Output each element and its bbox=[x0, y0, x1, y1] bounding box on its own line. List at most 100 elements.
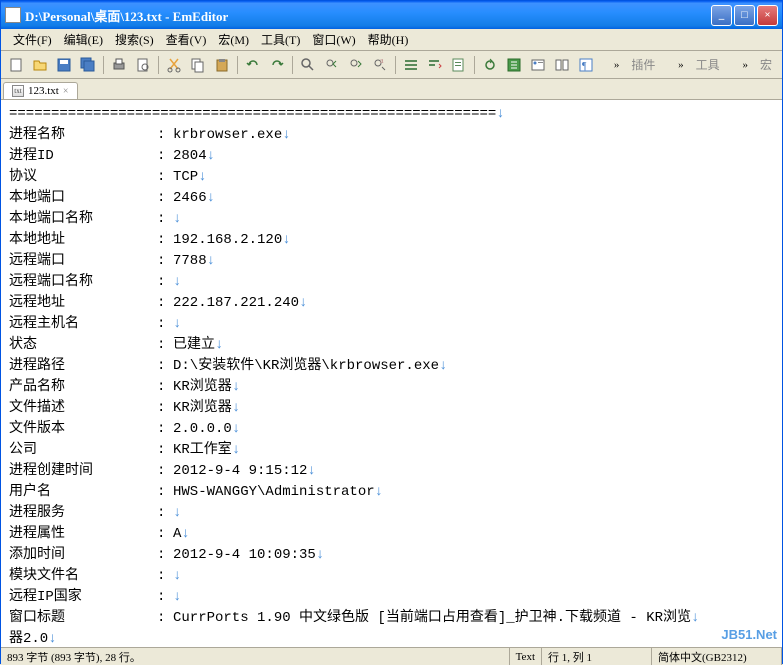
separator bbox=[237, 56, 238, 74]
new-icon bbox=[8, 57, 24, 73]
find-prev-button[interactable] bbox=[321, 54, 343, 76]
data-row: 进程创建时间: 2012-9-4 9:15:12↓ bbox=[9, 461, 774, 482]
last-line: 器2.0↓ bbox=[9, 629, 774, 647]
menu-file[interactable]: 文件(F) bbox=[7, 29, 58, 50]
txt-icon: txt bbox=[12, 85, 24, 97]
undo-icon bbox=[245, 57, 261, 73]
tab-file[interactable]: txt 123.txt × bbox=[3, 82, 78, 99]
separator bbox=[395, 56, 396, 74]
separator bbox=[292, 56, 293, 74]
data-row: 进程属性: A↓ bbox=[9, 524, 774, 545]
menu-macro[interactable]: 宏(M) bbox=[212, 29, 255, 50]
wrap-window-button[interactable] bbox=[424, 54, 446, 76]
tool1-button[interactable] bbox=[479, 54, 501, 76]
plugins-label[interactable]: 插件 bbox=[625, 56, 661, 73]
menu-tools[interactable]: 工具(T) bbox=[255, 29, 306, 50]
data-row: 远程地址: 222.187.221.240↓ bbox=[9, 293, 774, 314]
data-row: 状态: 已建立↓ bbox=[9, 335, 774, 356]
data-row: 本地端口: 2466↓ bbox=[9, 188, 774, 209]
find-icon bbox=[300, 57, 316, 73]
refresh-icon bbox=[482, 57, 498, 73]
tabbar: txt 123.txt × bbox=[1, 79, 782, 99]
data-row: 添加时间: 2012-9-4 10:09:35↓ bbox=[9, 545, 774, 566]
preview-button[interactable] bbox=[132, 54, 154, 76]
data-row: 文件描述: KR浏览器↓ bbox=[9, 398, 774, 419]
open-button[interactable] bbox=[29, 54, 51, 76]
save-all-icon bbox=[80, 57, 96, 73]
data-row: 用户名: HWS-WANGGY\Administrator↓ bbox=[9, 482, 774, 503]
redo-icon bbox=[269, 57, 285, 73]
replace-icon: a bbox=[372, 57, 388, 73]
find-next-button[interactable] bbox=[345, 54, 367, 76]
menu-window[interactable]: 窗口(W) bbox=[306, 29, 361, 50]
data-row: 进程路径: D:\安装软件\KR浏览器\krbrowser.exe↓ bbox=[9, 356, 774, 377]
data-row: 公司: KR工作室↓ bbox=[9, 440, 774, 461]
data-row: 产品名称: KR浏览器↓ bbox=[9, 377, 774, 398]
data-row: 进程服务: ↓ bbox=[9, 503, 774, 524]
tool5-button[interactable]: ¶ bbox=[575, 54, 597, 76]
tab-label: 123.txt bbox=[28, 85, 59, 97]
tools-label[interactable]: 工具 bbox=[690, 56, 726, 73]
data-row: 模块文件名: ↓ bbox=[9, 566, 774, 587]
minimize-button[interactable]: _ bbox=[711, 5, 732, 26]
print-button[interactable] bbox=[108, 54, 130, 76]
paste-icon bbox=[214, 57, 230, 73]
data-row: 远程端口名称: ↓ bbox=[9, 272, 774, 293]
redo-button[interactable] bbox=[266, 54, 288, 76]
compare-icon bbox=[554, 57, 570, 73]
browser-icon bbox=[506, 57, 522, 73]
tool3-button[interactable] bbox=[527, 54, 549, 76]
macro-label[interactable]: 宏 bbox=[754, 56, 778, 73]
tab-close-icon[interactable]: × bbox=[63, 86, 69, 97]
editor[interactable]: ========================================… bbox=[1, 99, 782, 647]
svg-text:¶: ¶ bbox=[582, 61, 587, 72]
save-button[interactable] bbox=[53, 54, 75, 76]
replace-button[interactable]: a bbox=[369, 54, 391, 76]
copy-button[interactable] bbox=[187, 54, 209, 76]
status-encoding: 简体中文(GB2312) bbox=[652, 648, 782, 665]
wrap-none-button[interactable] bbox=[400, 54, 422, 76]
wrap-page-button[interactable] bbox=[448, 54, 470, 76]
find-button[interactable] bbox=[297, 54, 319, 76]
find-prev-icon bbox=[324, 57, 340, 73]
data-row: 本地地址: 192.168.2.120↓ bbox=[9, 230, 774, 251]
toolbar: a ¶ » 插件 » 工具 » 宏 bbox=[1, 51, 782, 79]
tools-expand[interactable]: » bbox=[738, 59, 752, 71]
cut-button[interactable] bbox=[163, 54, 185, 76]
save-icon bbox=[56, 57, 72, 73]
copy-icon bbox=[190, 57, 206, 73]
statusbar: 893 字节 (893 字节), 28 行。 Text 行 1, 列 1 简体中… bbox=[1, 647, 782, 665]
menubar: 文件(F) 编辑(E) 搜索(S) 查看(V) 宏(M) 工具(T) 窗口(W)… bbox=[1, 29, 782, 51]
open-icon bbox=[32, 57, 48, 73]
separator bbox=[474, 56, 475, 74]
wrap-window-icon bbox=[427, 57, 443, 73]
menu-help[interactable]: 帮助(H) bbox=[362, 29, 415, 50]
menu-search[interactable]: 搜索(S) bbox=[109, 29, 160, 50]
separator bbox=[158, 56, 159, 74]
close-button[interactable]: × bbox=[757, 5, 778, 26]
data-row: 协议: TCP↓ bbox=[9, 167, 774, 188]
data-row: 远程主机名: ↓ bbox=[9, 314, 774, 335]
divider-line: ========================================… bbox=[9, 104, 774, 125]
bookmark-icon bbox=[530, 57, 546, 73]
cut-icon bbox=[166, 57, 182, 73]
undo-button[interactable] bbox=[242, 54, 264, 76]
data-row: 进程名称: krbrowser.exe↓ bbox=[9, 125, 774, 146]
paste-button[interactable] bbox=[211, 54, 233, 76]
tool2-button[interactable] bbox=[503, 54, 525, 76]
menu-view[interactable]: 查看(V) bbox=[160, 29, 213, 50]
data-row: 进程ID: 2804↓ bbox=[9, 146, 774, 167]
plugins-expand[interactable]: » bbox=[674, 59, 688, 71]
data-row: 窗口标题: CurrPorts 1.90 中文绿色版 [当前端口占用查看]_护卫… bbox=[9, 608, 774, 629]
char-icon: ¶ bbox=[578, 57, 594, 73]
wrap-none-icon bbox=[403, 57, 419, 73]
find-next-icon bbox=[348, 57, 364, 73]
menu-edit[interactable]: 编辑(E) bbox=[58, 29, 109, 50]
window-buttons: _ □ × bbox=[711, 5, 778, 26]
maximize-button[interactable]: □ bbox=[734, 5, 755, 26]
wrap-page-icon bbox=[451, 57, 467, 73]
tool4-button[interactable] bbox=[551, 54, 573, 76]
save-all-button[interactable] bbox=[77, 54, 99, 76]
toolbar-expand[interactable]: » bbox=[610, 59, 624, 71]
new-button[interactable] bbox=[5, 54, 27, 76]
